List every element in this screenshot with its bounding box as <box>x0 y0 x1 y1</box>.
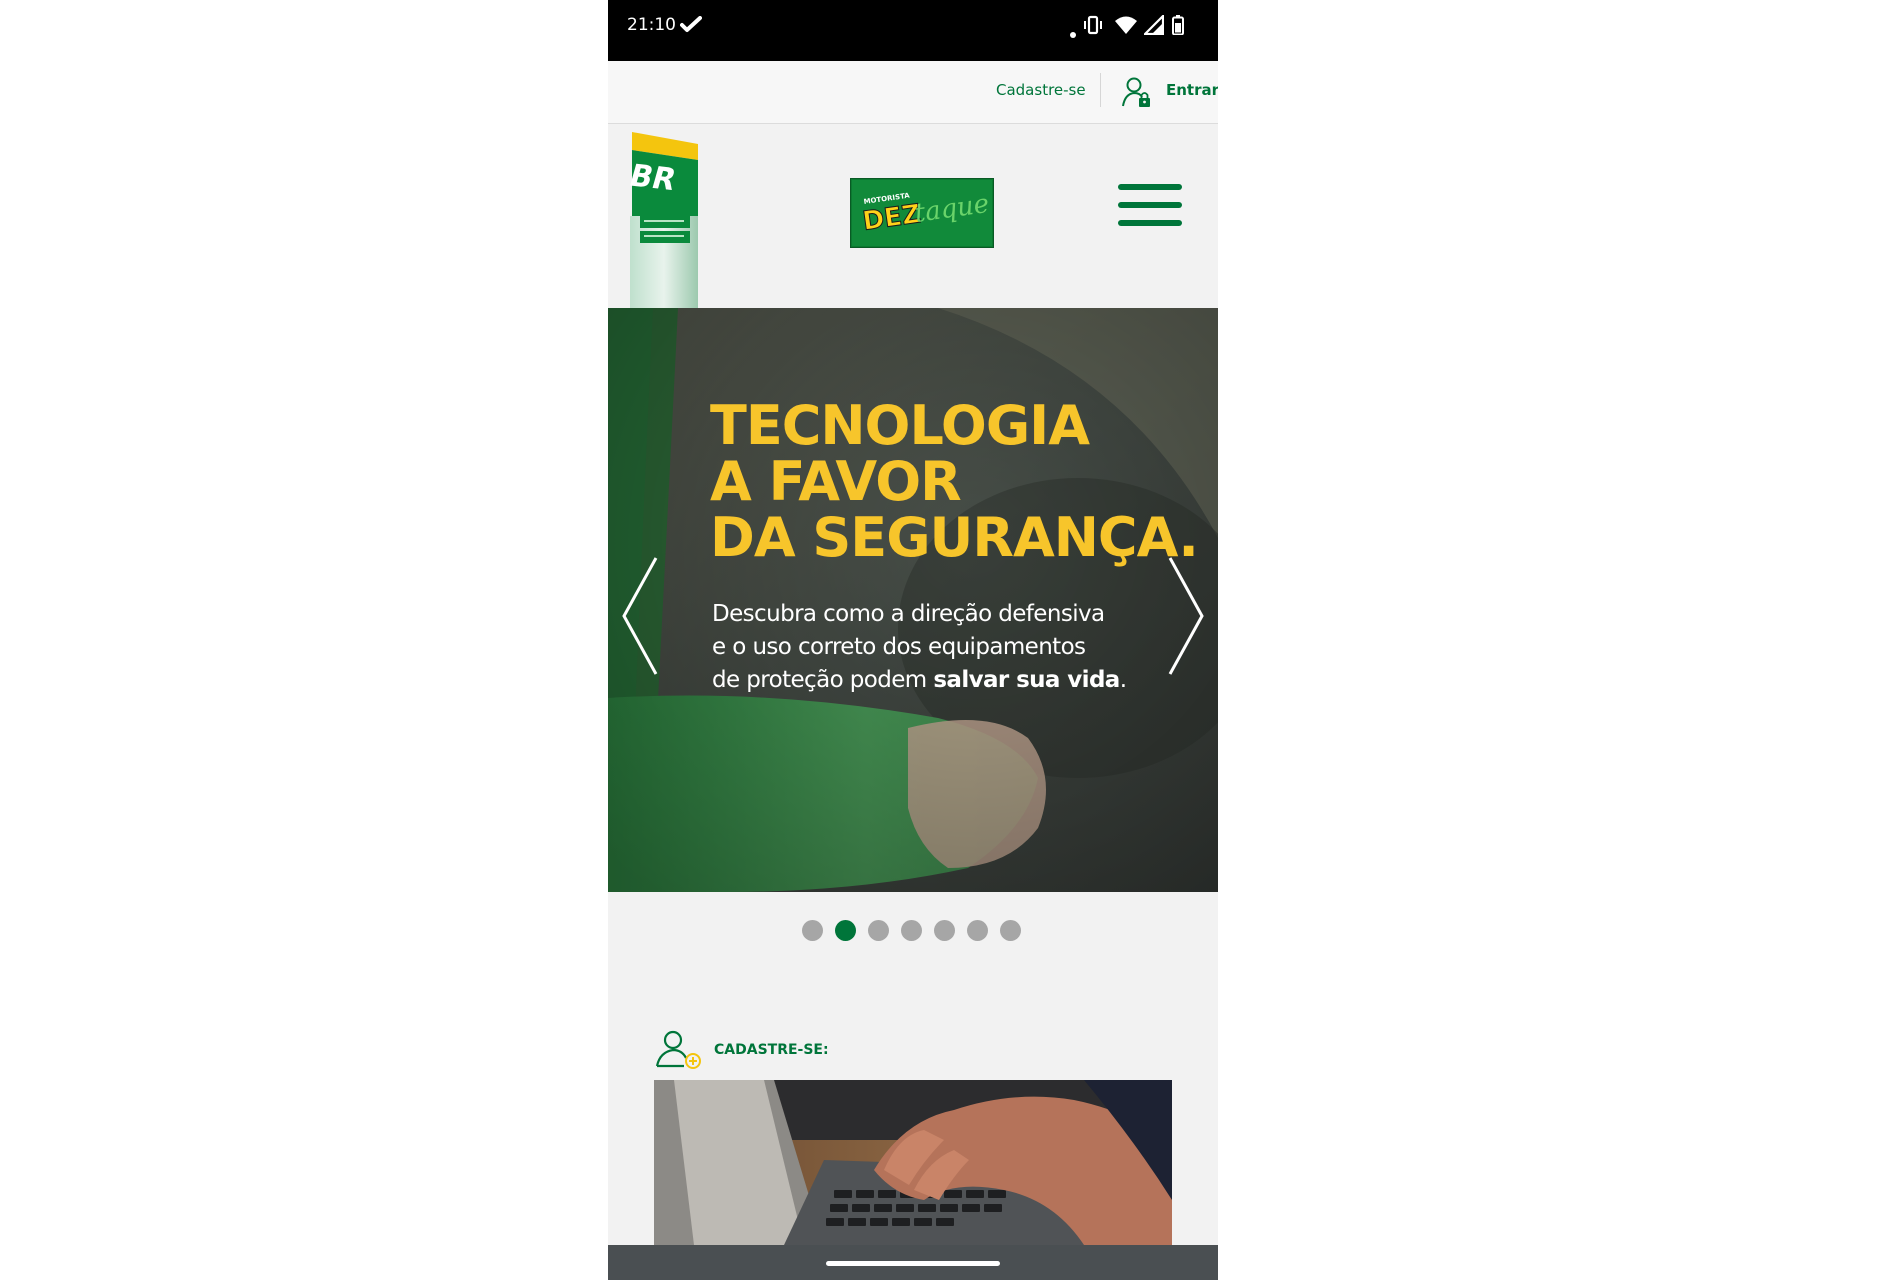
site-header: BR MOTORISTA DEZ taque <box>608 124 1218 310</box>
hero-title-line: TECNOLOGIA <box>710 394 1090 457</box>
divider <box>1100 73 1101 107</box>
dot-icon <box>1070 23 1076 42</box>
navigation-bar <box>608 1245 1218 1280</box>
account-bar: Cadastre-se Entrar <box>608 61 1218 124</box>
hero-description-line: Descubra como a direção defensiva <box>712 601 1105 627</box>
hero-description-line: de proteção podem salvar sua vida. <box>712 664 1142 697</box>
signup-banner-image[interactable] <box>654 1080 1172 1245</box>
check-icon <box>680 16 702 38</box>
motorista-dez-taque-logo[interactable]: MOTORISTA DEZ taque <box>849 177 995 252</box>
hamburger-icon <box>1118 184 1182 190</box>
chevron-left-icon <box>622 557 658 675</box>
hamburger-menu-button[interactable] <box>1118 184 1182 232</box>
carousel-dot[interactable] <box>967 920 988 941</box>
carousel-prev-button[interactable] <box>620 556 660 680</box>
home-indicator[interactable] <box>826 1261 1000 1266</box>
login-link[interactable]: Entrar <box>1166 81 1218 99</box>
signup-section-title: CADASTRE-SE: <box>714 1042 829 1058</box>
hero-description-emphasis: salvar sua vida <box>933 667 1120 693</box>
wifi-icon <box>1114 15 1138 39</box>
carousel-dot[interactable] <box>934 920 955 941</box>
carousel-dot[interactable] <box>1000 920 1021 941</box>
carousel-next-button[interactable] <box>1166 556 1206 680</box>
hero-description: Descubra como a direção defensiva e o us… <box>712 598 1142 697</box>
carousel-dot[interactable] <box>868 920 889 941</box>
phone-screen: 21:10 Cadastre-se Entrar BR MOTORISTA DE… <box>608 0 1218 1280</box>
status-bar: 21:10 <box>608 0 1218 61</box>
signup-link[interactable]: Cadastre-se <box>996 81 1086 99</box>
carousel-dot[interactable] <box>802 920 823 941</box>
hero-carousel[interactable]: TECNOLOGIA A FAVOR DA SEGURANÇA. Descubr… <box>608 308 1218 892</box>
hero-description-text: . <box>1119 667 1127 693</box>
status-icons <box>1070 13 1200 39</box>
hero-description-line: e o uso correto dos equipamentos <box>712 634 1086 660</box>
br-logo[interactable]: BR <box>625 130 700 314</box>
hamburger-icon-line <box>1118 202 1182 208</box>
status-time: 21:10 <box>627 15 676 35</box>
vibrate-icon <box>1082 15 1104 39</box>
hero-title-line: A FAVOR <box>710 450 962 513</box>
hero-title: TECNOLOGIA A FAVOR DA SEGURANÇA. <box>710 394 1199 569</box>
hero-description-text: de proteção podem <box>712 667 934 693</box>
hamburger-icon-line <box>1118 220 1182 226</box>
signal-icon <box>1142 13 1165 39</box>
battery-icon <box>1172 15 1184 39</box>
hero-title-line: DA SEGURANÇA. <box>710 506 1199 569</box>
user-add-icon <box>654 1028 704 1074</box>
carousel-dot[interactable] <box>901 920 922 941</box>
carousel-dot-active[interactable] <box>835 920 856 941</box>
chevron-right-icon <box>1168 557 1204 675</box>
user-lock-icon[interactable] <box>1121 76 1155 112</box>
